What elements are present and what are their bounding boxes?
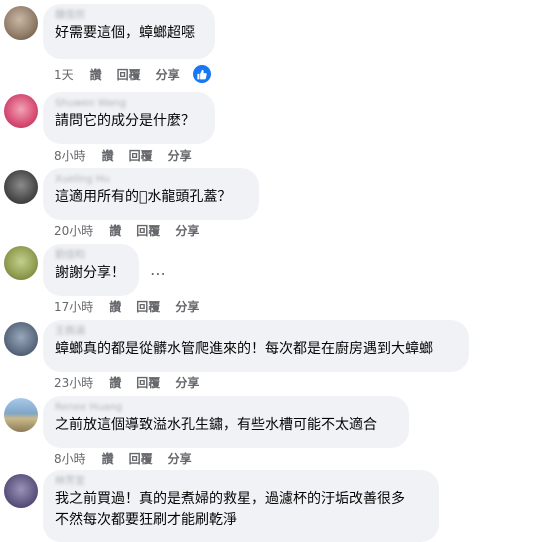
- comment-actions: 17小時 讚 回覆 分享: [54, 298, 214, 315]
- share-button[interactable]: 分享: [168, 147, 192, 164]
- like-button[interactable]: 讚: [102, 450, 114, 467]
- comment-actions: 1天 讚 回覆 分享: [54, 65, 211, 83]
- comment-actions: 20小時 讚 回覆 分享: [54, 222, 214, 239]
- comment-time[interactable]: 23小時: [54, 374, 93, 391]
- share-button[interactable]: 分享: [175, 298, 199, 315]
- commenter-name[interactable]: 林芳宜: [55, 476, 427, 488]
- commenter-name[interactable]: Shuwen Wang: [55, 98, 203, 110]
- comment-time[interactable]: 8小時: [54, 450, 86, 467]
- like-button[interactable]: 讚: [109, 298, 121, 315]
- comment-bubble: 林芳宜 我之前買過！真的是煮婦的救星，過濾杯的汙垢改善很多 不然每次都要狂刷才能…: [43, 470, 439, 542]
- commenter-name[interactable]: 鍾佳欣: [55, 10, 203, 22]
- like-button[interactable]: 讚: [109, 222, 121, 239]
- avatar[interactable]: [4, 6, 38, 40]
- comment-bubble: Shuwen Wang 請問它的成分是什麼？: [43, 92, 215, 144]
- comment-text: 之前放這個導致溢水孔生鏽，有些水槽可能不太適合: [55, 417, 377, 433]
- reply-button[interactable]: 回覆: [117, 66, 141, 83]
- comment-time[interactable]: 17小時: [54, 298, 93, 315]
- comment-bubble: 劉佳昀 謝謝分享！: [43, 244, 139, 296]
- reply-button[interactable]: 回覆: [129, 450, 153, 467]
- avatar[interactable]: [4, 246, 38, 280]
- comment-actions: 8小時 讚 回覆 分享: [54, 450, 207, 467]
- comment-text: 蟑螂真的都是從髒水管爬進來的！每次都是在廚房遇到大蟑螂: [55, 341, 433, 357]
- commenter-name[interactable]: 劉佳昀: [55, 250, 127, 262]
- share-button[interactable]: 分享: [175, 222, 199, 239]
- commenter-name[interactable]: Xueling Hu: [55, 174, 247, 186]
- reply-button[interactable]: 回覆: [136, 298, 160, 315]
- comment-text: 好需要這個，蟑螂超噁: [55, 25, 195, 41]
- comment-bubble: 王佩涵 蟑螂真的都是從髒水管爬進來的！每次都是在廚房遇到大蟑螂: [43, 320, 469, 372]
- comment-time[interactable]: 8小時: [54, 147, 86, 164]
- reply-button[interactable]: 回覆: [129, 147, 153, 164]
- comment-text: 不然每次都要狂刷才能刷乾淨: [55, 512, 237, 528]
- like-icon[interactable]: [192, 65, 211, 83]
- share-button[interactable]: 分享: [156, 66, 180, 83]
- share-button[interactable]: 分享: [168, 450, 192, 467]
- comment-actions: 8小時 讚 回覆 分享: [54, 147, 207, 164]
- avatar[interactable]: [4, 170, 38, 204]
- comment-bubble: Xueling Hu 這適用所有的 水龍頭孔蓋？: [43, 168, 259, 220]
- share-button[interactable]: 分享: [175, 374, 199, 391]
- reply-button[interactable]: 回覆: [136, 222, 160, 239]
- avatar[interactable]: [4, 398, 38, 432]
- like-button[interactable]: 讚: [102, 147, 114, 164]
- commenter-name[interactable]: Renee Huang: [55, 402, 397, 414]
- comment-text: 謝謝分享！: [55, 265, 125, 281]
- more-options-icon[interactable]: ⋯: [150, 264, 167, 283]
- commenter-name[interactable]: 王佩涵: [55, 326, 457, 338]
- comment-text: 我之前買過！真的是煮婦的救星，過濾杯的汙垢改善很多: [55, 491, 405, 507]
- like-button[interactable]: 讚: [109, 374, 121, 391]
- reply-button[interactable]: 回覆: [136, 374, 160, 391]
- comment-time[interactable]: 1天: [54, 66, 74, 83]
- comment-text: 請問它的成分是什麼？: [55, 113, 195, 129]
- comment-actions: 23小時 讚 回覆 分享: [54, 374, 214, 391]
- comment-bubble: 鍾佳欣 好需要這個，蟑螂超噁: [43, 4, 215, 59]
- avatar[interactable]: [4, 322, 38, 356]
- avatar[interactable]: [4, 94, 38, 128]
- avatar[interactable]: [4, 474, 38, 508]
- like-button[interactable]: 讚: [90, 66, 102, 83]
- comment-text: 這適用所有的 水龍頭孔蓋？: [55, 189, 232, 205]
- comment-time[interactable]: 20小時: [54, 222, 93, 239]
- comment-bubble: Renee Huang 之前放這個導致溢水孔生鏽，有些水槽可能不太適合: [43, 396, 409, 448]
